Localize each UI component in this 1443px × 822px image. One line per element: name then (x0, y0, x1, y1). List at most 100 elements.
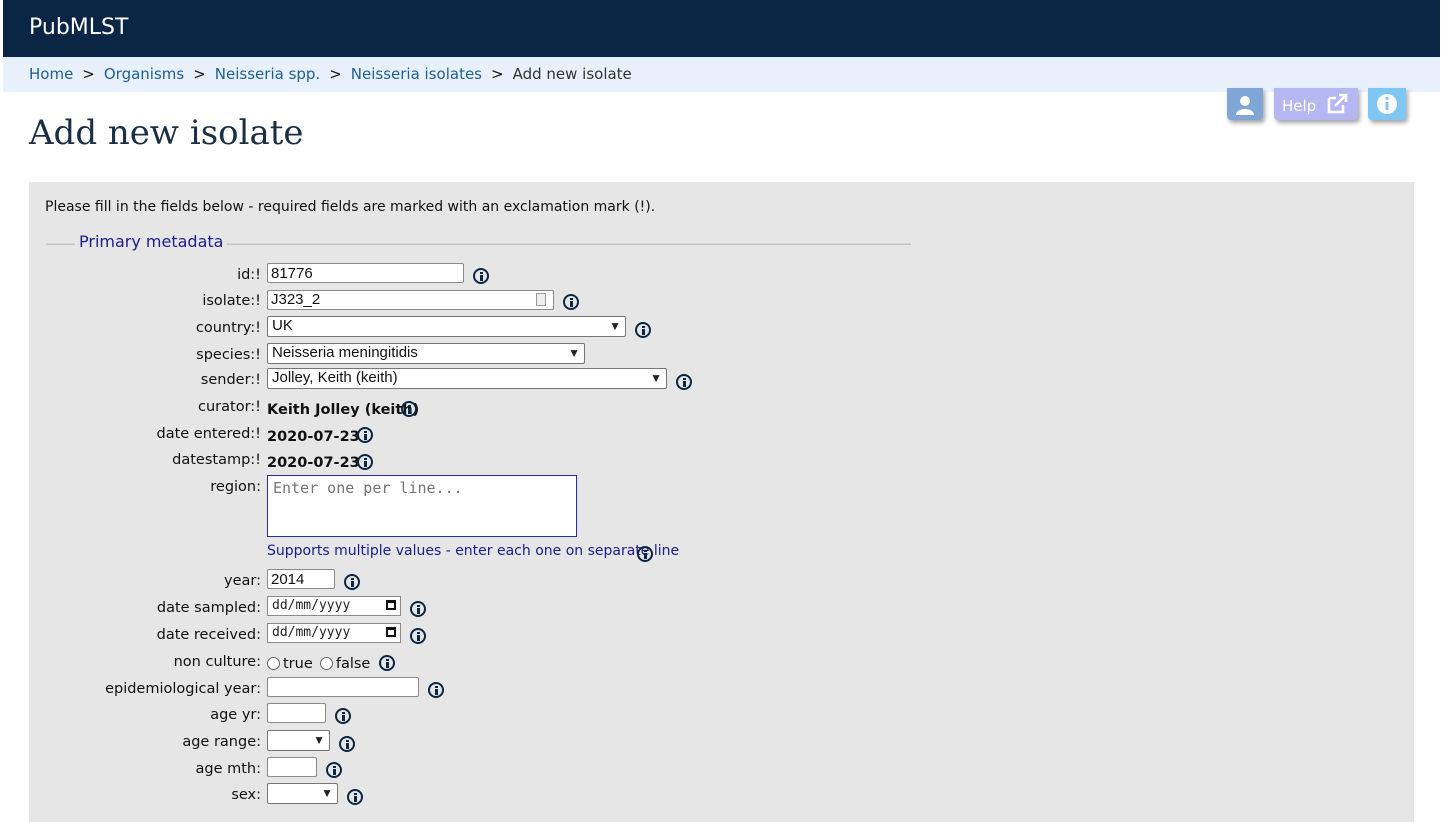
country-select-value: UK (272, 317, 293, 334)
datestamp-value: 2020-07-23 (267, 455, 360, 471)
date-placeholder: dd/mm/yyyy (272, 625, 351, 640)
breadcrumb-separator: > (491, 65, 504, 83)
info-circle-icon (1377, 94, 1397, 114)
field-sex: sex: ▼ (29, 783, 929, 809)
site-brand[interactable]: PubMLST (29, 15, 128, 40)
field-label: year: (224, 573, 261, 589)
page-title: Add new isolate (29, 113, 304, 153)
breadcrumb-home[interactable]: Home (29, 65, 73, 83)
curator-value: Keith Jolley (keith) (267, 402, 420, 418)
chevron-down-icon: ▼ (650, 371, 662, 385)
breadcrumb: Home > Organisms > Neisseria spp. > Neisseria … (3, 57, 1440, 92)
field-label: curator:! (198, 399, 261, 415)
breadcrumb-organisms[interactable]: Organisms (104, 65, 184, 83)
info-icon[interactable] (676, 374, 692, 390)
field-datestamp: datestamp:! 2020-07-23 (29, 448, 929, 474)
radio-label: false (335, 655, 371, 672)
region-textarea[interactable] (267, 475, 577, 537)
user-icon (1236, 96, 1254, 115)
help-button[interactable]: Help (1274, 88, 1358, 120)
info-icon[interactable] (339, 736, 355, 752)
chevron-down-icon: ▼ (313, 733, 325, 747)
sex-select[interactable]: ▼ (267, 783, 338, 804)
site-header: PubMLST (3, 0, 1440, 57)
info-icon[interactable] (326, 762, 342, 778)
age-range-select[interactable]: ▼ (267, 730, 330, 751)
external-link-icon (1327, 93, 1348, 114)
species-select[interactable]: Neisseria meningitidis ▼ (267, 343, 585, 364)
info-icon[interactable] (335, 708, 351, 724)
date-received-input[interactable]: dd/mm/yyyy (267, 623, 401, 643)
breadcrumb-neisseria-spp[interactable]: Neisseria spp. (215, 65, 320, 83)
epidemiological-year-input[interactable] (267, 677, 419, 697)
info-icon[interactable] (401, 401, 417, 417)
info-icon[interactable] (379, 655, 395, 671)
chevron-down-icon: ▼ (321, 786, 333, 800)
info-icon[interactable] (473, 268, 489, 284)
field-age-range: age range: ▼ (29, 730, 929, 756)
breadcrumb-separator: > (82, 65, 95, 83)
field-date-entered: date entered:! 2020-07-23 (29, 422, 929, 448)
sender-select-value: Jolley, Keith (keith) (272, 369, 398, 386)
breadcrumb-separator: > (193, 65, 206, 83)
fieldset-legend: Primary metadata (75, 232, 228, 251)
age-yr-input[interactable] (267, 703, 326, 723)
calendar-icon[interactable] (386, 600, 396, 610)
field-label: date entered:! (156, 426, 262, 442)
year-input[interactable] (267, 569, 335, 589)
age-mth-input[interactable] (267, 757, 317, 777)
field-isolate: isolate:! (29, 289, 929, 315)
country-select[interactable]: UK ▼ (267, 316, 626, 337)
info-icon[interactable] (563, 294, 579, 310)
account-button[interactable] (1227, 88, 1263, 120)
chevron-down-icon: ▼ (568, 346, 580, 360)
password-manager-icon[interactable] (536, 293, 546, 306)
non-culture-true-radio[interactable] (267, 657, 280, 670)
field-label: epidemiological year: (105, 681, 261, 697)
non-culture-false-radio[interactable] (319, 657, 333, 670)
field-epidemiological-year: epidemiological year: (29, 677, 929, 703)
field-region: region: Supports multiple values - enter… (29, 475, 929, 565)
field-country: country:! UK ▼ (29, 316, 929, 342)
date-sampled-input[interactable]: dd/mm/yyyy (267, 596, 401, 616)
field-label: sender:! (200, 372, 261, 388)
breadcrumb-current: Add new isolate (512, 65, 632, 83)
field-label: country:! (195, 320, 261, 336)
breadcrumb-separator: > (329, 65, 342, 83)
info-icon[interactable] (357, 427, 373, 443)
region-hint: Supports multiple values - enter each on… (267, 543, 680, 559)
field-age-mth: age mth: (29, 757, 929, 783)
field-label: age mth: (195, 761, 261, 777)
field-age-yr: age yr: (29, 703, 929, 729)
form-intro: Please fill in the fields below - requir… (45, 199, 656, 215)
field-label: age range: (182, 734, 261, 750)
field-label: non culture: (173, 654, 261, 670)
field-label: date received: (156, 627, 261, 643)
field-id: id:! (29, 263, 929, 289)
info-icon[interactable] (357, 454, 373, 470)
sender-select[interactable]: Jolley, Keith (keith) ▼ (267, 368, 667, 389)
info-icon[interactable] (428, 682, 444, 698)
date-entered-value: 2020-07-23 (267, 429, 360, 445)
info-button[interactable] (1368, 88, 1406, 120)
info-icon[interactable] (410, 601, 426, 617)
breadcrumb-neisseria-isolates[interactable]: Neisseria isolates (351, 65, 482, 83)
calendar-icon[interactable] (386, 627, 396, 637)
id-input[interactable] (267, 263, 464, 283)
field-label: region: (210, 479, 261, 495)
isolate-input[interactable] (267, 289, 554, 310)
field-label: isolate:! (202, 293, 261, 309)
help-label: Help (1282, 97, 1317, 115)
field-label: id:! (237, 267, 261, 283)
field-label: sex: (231, 787, 261, 803)
info-icon[interactable] (347, 789, 363, 805)
radio-label: true (283, 655, 313, 672)
info-icon[interactable] (635, 322, 651, 338)
info-icon[interactable] (410, 628, 426, 644)
date-placeholder: dd/mm/yyyy (272, 598, 351, 613)
info-icon[interactable] (344, 574, 360, 590)
field-non-culture: non culture: true false (29, 650, 929, 676)
species-select-value: Neisseria meningitidis (272, 344, 418, 361)
info-icon[interactable] (637, 546, 653, 562)
field-curator: curator:! Keith Jolley (keith) (29, 395, 929, 421)
